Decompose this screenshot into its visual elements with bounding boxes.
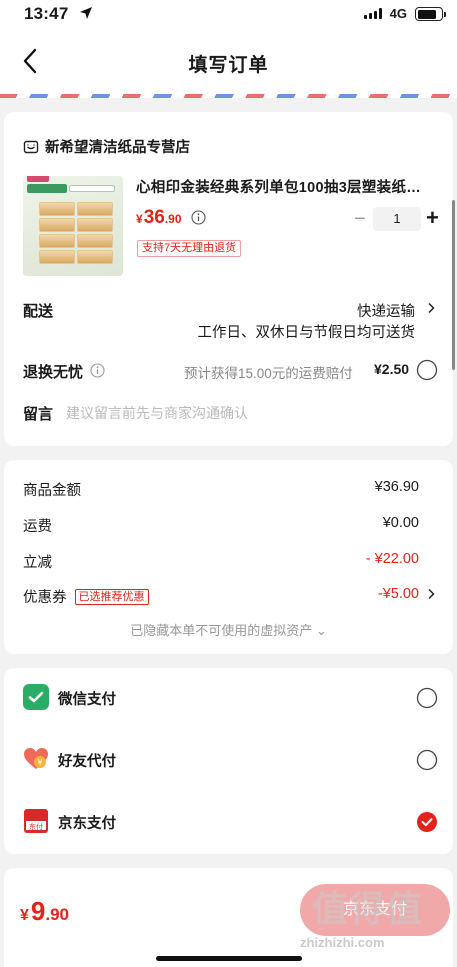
- payment-option-wechat[interactable]: 微信支付: [4, 668, 453, 730]
- status-time: 13:47: [24, 4, 69, 23]
- discount-label: 立减: [23, 555, 52, 571]
- airmail-border: [0, 94, 457, 98]
- payment-label-wechat: 微信支付: [58, 692, 116, 708]
- price-summary-card: 商品金额 ¥36.90 运费 ¥0.00 立减 - ¥22.00 优惠券 已选推…: [4, 460, 453, 654]
- battery-icon: [415, 7, 446, 21]
- shipping-method[interactable]: 快递运输: [357, 300, 415, 321]
- total-integer: 9: [30, 896, 46, 926]
- quantity-increase-button[interactable]: +: [426, 205, 439, 231]
- wechat-pay-icon: [23, 684, 49, 710]
- payment-label-jd: 京东支付: [58, 816, 116, 832]
- price-decimal: .90: [164, 212, 182, 226]
- goods-amount-row: 商品金额 ¥36.90: [23, 479, 419, 500]
- signal-icon: [364, 8, 382, 19]
- jd-pay-icon: 东付: [24, 809, 48, 833]
- message-input[interactable]: 建议留言前先与商家沟通确认: [66, 403, 248, 423]
- watermark: 值得值: [312, 888, 424, 929]
- price-symbol: ¥: [136, 212, 143, 226]
- svg-text:¥: ¥: [37, 758, 42, 767]
- discount-value: - ¥22.00: [365, 551, 419, 567]
- shop-header[interactable]: 新希望清洁纸品专营店: [23, 136, 190, 157]
- worry-free-info-icon[interactable]: [90, 363, 105, 378]
- order-total: ¥ 9 .90: [20, 896, 69, 927]
- worry-free-description: 预计获得15.00元的运费赔付: [184, 366, 353, 381]
- hidden-assets-toggle[interactable]: 已隐藏本单不可使用的虚拟资产 ⌄: [4, 620, 453, 639]
- payment-option-jd[interactable]: 东付 京东支付: [4, 792, 453, 854]
- status-bar: 13:47 4G: [0, 0, 457, 30]
- shop-name: 新希望清洁纸品专营店: [45, 140, 190, 156]
- discount-row: 立减 - ¥22.00: [23, 551, 419, 572]
- radio-unchecked-icon[interactable]: [416, 749, 438, 771]
- freight-row: 运费 ¥0.00: [23, 515, 419, 536]
- payment-option-friend[interactable]: ¥ 好友代付: [4, 730, 453, 792]
- message-label: 留言: [23, 406, 54, 423]
- total-symbol: ¥: [20, 907, 29, 924]
- worry-free-label: 退换无忧: [23, 364, 84, 381]
- worry-free-price: ¥2.50: [374, 361, 410, 377]
- price-integer: 36: [143, 207, 165, 228]
- chevron-right-icon[interactable]: [427, 302, 435, 314]
- product-image[interactable]: [23, 176, 123, 276]
- scrollbar[interactable]: [452, 200, 455, 370]
- payment-label-friend: 好友代付: [58, 754, 116, 770]
- coupon-value: -¥5.00: [377, 586, 419, 602]
- goods-amount-value: ¥36.90: [374, 479, 419, 495]
- network-label: 4G: [389, 6, 407, 21]
- freight-label: 运费: [23, 519, 52, 535]
- svg-text:东付: 东付: [29, 822, 43, 831]
- product-title[interactable]: 心相印金装经典系列单包100抽3层塑装纸…: [136, 176, 436, 197]
- radio-checked-icon[interactable]: [416, 811, 438, 833]
- coupon-row[interactable]: 优惠券 已选推荐优惠 -¥5.00: [23, 586, 419, 607]
- return-policy-badge: 支持7天无理由退货: [137, 240, 242, 257]
- home-indicator: [156, 956, 302, 961]
- friend-pay-heart-icon: ¥: [24, 748, 48, 769]
- freight-value: ¥0.00: [382, 515, 419, 531]
- quantity-decrease-button[interactable]: −: [354, 208, 366, 231]
- payment-methods-card: 微信支付 ¥ 好友代付 东付 京东支付: [4, 668, 453, 854]
- worry-free-radio[interactable]: [416, 359, 438, 381]
- total-decimal: .90: [45, 905, 70, 924]
- shipping-time-note: 工作日、双休日与节假日均可送货: [197, 325, 416, 341]
- radio-unchecked-icon[interactable]: [416, 687, 438, 709]
- shipping-label: 配送: [23, 303, 54, 320]
- order-item-card: 新希望清洁纸品专营店 心相印金装经典系列单包100抽3层塑装纸… ¥ 36 .9…: [4, 112, 453, 446]
- nav-bar: 填写订单: [0, 30, 457, 94]
- watermark-url: zhizhizhi.com: [300, 935, 385, 950]
- location-arrow-icon: [80, 7, 92, 19]
- price-info-icon[interactable]: [191, 210, 206, 225]
- quantity-input[interactable]: 1: [373, 207, 421, 231]
- coupon-badge: 已选推荐优惠: [74, 589, 149, 605]
- goods-amount-label: 商品金额: [23, 483, 81, 499]
- page-title: 填写订单: [188, 55, 269, 76]
- product-price: ¥ 36 .90: [136, 207, 182, 229]
- store-icon: [23, 140, 39, 153]
- chevron-right-icon[interactable]: [427, 588, 435, 600]
- coupon-label: 优惠券: [23, 590, 67, 606]
